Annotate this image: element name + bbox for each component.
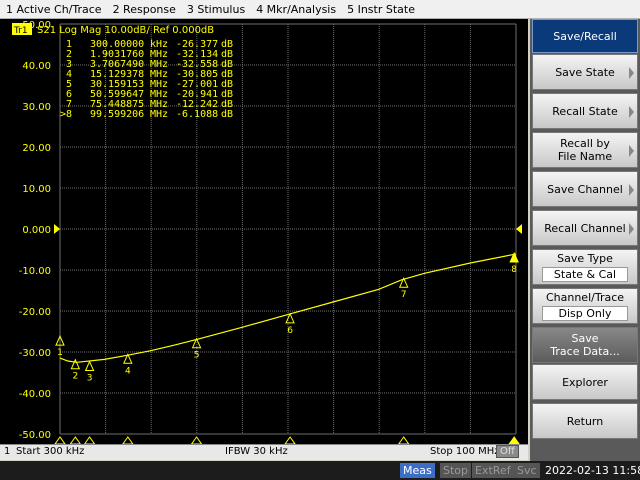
ifbw-value[interactable]: IFBW 30 kHz — [225, 446, 288, 457]
channel-trace-value: Disp Only — [542, 306, 628, 321]
recall-by-label: Recall by — [560, 137, 610, 150]
softkey-title: Save/Recall — [532, 19, 638, 53]
status-bar: Meas Stop ExtRef Svc 2022-02-13 11:58 — [0, 461, 640, 480]
marker-label: 6 — [287, 326, 293, 336]
recall-channel-label: Recall Channel — [544, 221, 626, 235]
channel-footer: 1 Start 300 kHz IFBW 30 kHz Stop 100 MHz… — [0, 444, 528, 460]
file-name-label: File Name — [557, 150, 613, 163]
trace-plot[interactable]: 50.00 40.00 30.00 20.00 10.00 0.000 -10.00 -20.… — [0, 19, 528, 444]
chevron-right-icon — [629, 184, 634, 196]
svc-status: Svc — [514, 463, 540, 478]
marker-unit: MHz — [150, 109, 168, 120]
ref-left-arrow-icon — [54, 224, 60, 234]
recall-state-label: Recall State — [552, 104, 618, 118]
save-type-value: State & Cal — [542, 267, 628, 282]
menu-stimulus[interactable]: 3 Stimulus — [181, 3, 250, 16]
stop-frequency[interactable]: Stop 100 MHz — [430, 446, 500, 457]
chevron-right-icon — [629, 106, 634, 118]
marker-position-icon — [284, 436, 296, 444]
marker-position-icon — [190, 436, 203, 444]
trace-header: S21 Log Mag 10.00dB/ Ref 0.000dB — [37, 25, 214, 36]
chevron-right-icon — [629, 223, 634, 235]
y-tick-label: -10.00 — [19, 266, 51, 277]
marker-label: 1 — [57, 348, 63, 358]
save-state-label: Save State — [555, 65, 615, 79]
menu-mkr-analysis[interactable]: 4 Mkr/Analysis — [250, 3, 341, 16]
marker-label: 4 — [125, 366, 131, 376]
channel-trace-label: Channel/Trace — [545, 291, 625, 304]
channel-trace-button[interactable]: Channel/Trace Disp Only — [532, 288, 638, 324]
extref-status: ExtRef — [472, 463, 514, 478]
y-tick-label: -30.00 — [19, 348, 51, 359]
save-trace-data-button[interactable]: Save Trace Data... — [532, 327, 638, 363]
explorer-button[interactable]: Explorer — [532, 364, 638, 400]
trace-badge: Tr1 — [13, 26, 28, 36]
y-tick-label: 40.00 — [22, 61, 51, 72]
chevron-right-icon — [629, 67, 634, 79]
y-tick-label: 10.00 — [22, 184, 51, 195]
y-tick-label: -50.00 — [19, 430, 51, 441]
marker-position-icon — [54, 436, 66, 444]
chart-svg: 50.0040.0030.0020.0010.000.000-10.00-20.… — [12, 20, 522, 444]
off-indicator: Off — [496, 445, 519, 458]
meas-status: Meas — [400, 463, 435, 478]
save-trace-label: Save — [571, 332, 599, 345]
save-type-button[interactable]: Save Type State & Cal — [532, 249, 638, 285]
menu-bar: 1 Active Ch/Trace 2 Response 3 Stimulus … — [0, 0, 640, 19]
marker-value-unit: dB — [221, 109, 233, 120]
menu-active-ch-trace[interactable]: 1 Active Ch/Trace — [0, 3, 107, 16]
marker-position-icon — [508, 436, 520, 444]
y-tick-label: 0.000 — [22, 225, 51, 236]
marker-label: 2 — [72, 372, 78, 382]
marker-position-icon — [69, 436, 81, 444]
marker-value: -6.1088 — [176, 109, 218, 120]
save-channel-label: Save Channel — [547, 182, 623, 196]
y-tick-label: 20.00 — [22, 143, 51, 154]
start-frequency[interactable]: Start 300 kHz — [16, 446, 84, 457]
return-label: Return — [566, 414, 604, 428]
softkey-panel: Save/Recall Save State Recall State Reca… — [530, 19, 640, 461]
marker-frequency: 99.599206 — [90, 109, 144, 120]
channel-number: 1 — [4, 446, 11, 457]
marker-label: 5 — [194, 351, 200, 361]
menu-response[interactable]: 2 Response — [107, 3, 181, 16]
stop-status: Stop — [440, 463, 472, 478]
explorer-label: Explorer — [562, 375, 608, 389]
marker-position-icon — [122, 436, 134, 444]
marker-triangle-icon — [84, 360, 95, 371]
save-type-label: Save Type — [557, 252, 613, 265]
y-tick-label: -40.00 — [19, 389, 51, 400]
marker-position-icon — [398, 436, 410, 444]
marker-position-icon — [83, 436, 96, 444]
marker-label: 3 — [87, 373, 93, 383]
return-button[interactable]: Return — [532, 403, 638, 439]
recall-by-file-name-button[interactable]: Recall by File Name — [532, 132, 638, 168]
save-state-button[interactable]: Save State — [532, 54, 638, 90]
datetime: 2022-02-13 11:58 — [545, 464, 640, 477]
y-tick-label: 30.00 — [22, 102, 51, 113]
softkey-title-label: Save/Recall — [553, 29, 617, 43]
ref-right-arrow-icon — [516, 224, 522, 234]
marker-number: >8 — [60, 109, 72, 120]
trace-data-label: Trace Data... — [550, 345, 620, 358]
recall-state-button[interactable]: Recall State — [532, 93, 638, 129]
menu-instr-state[interactable]: 5 Instr State — [341, 3, 420, 16]
chevron-right-icon — [629, 145, 634, 157]
save-channel-button[interactable]: Save Channel — [532, 171, 638, 207]
marker-label: 8 — [511, 265, 517, 275]
recall-channel-button[interactable]: Recall Channel — [532, 210, 638, 246]
y-tick-label: -20.00 — [19, 307, 51, 318]
marker-label: 7 — [401, 290, 407, 300]
